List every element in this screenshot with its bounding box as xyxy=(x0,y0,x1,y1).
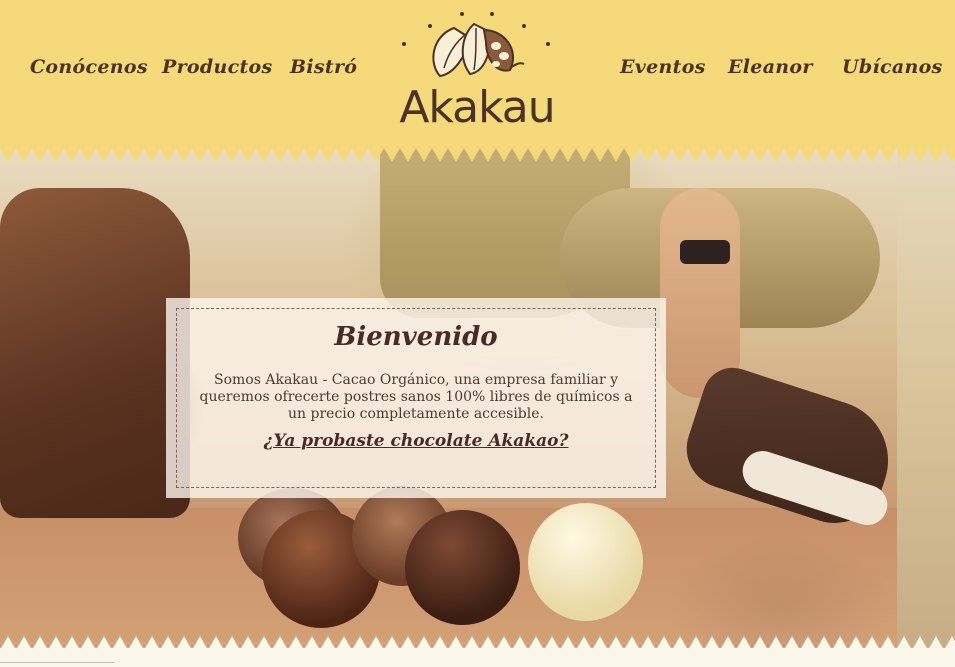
nav-bistro[interactable]: Bistró xyxy=(290,56,357,78)
truffle xyxy=(405,510,520,625)
nav-eventos[interactable]: Eventos xyxy=(620,56,706,78)
chocolate-link[interactable]: ¿Ya probaste chocolate Akakao? xyxy=(166,431,666,451)
watch xyxy=(680,240,730,264)
truffle xyxy=(528,503,643,621)
nav-ubicanos[interactable]: Ubícanos xyxy=(842,56,943,78)
site-logo[interactable]: Akakau xyxy=(392,8,562,138)
zigzag-border-top xyxy=(0,148,955,162)
welcome-title: Bienvenido xyxy=(334,322,498,352)
nav-conocenos[interactable]: Conócenos xyxy=(30,56,148,78)
nav-eleanor[interactable]: Eleanor xyxy=(728,56,813,78)
logo-wordmark: Akakau xyxy=(399,82,555,133)
divider xyxy=(0,662,115,663)
welcome-text: Somos Akakau - Cacao Orgánico, una empre… xyxy=(199,372,633,422)
welcome-box: Bienvenido Somos Akakau - Cacao Orgánico… xyxy=(166,298,666,498)
next-slide-preview[interactable] xyxy=(897,148,955,648)
nav-productos[interactable]: Productos xyxy=(162,56,272,78)
cacao-pod-icon xyxy=(402,12,550,78)
leather-bag xyxy=(0,188,190,518)
zigzag-border-bottom xyxy=(0,636,955,650)
